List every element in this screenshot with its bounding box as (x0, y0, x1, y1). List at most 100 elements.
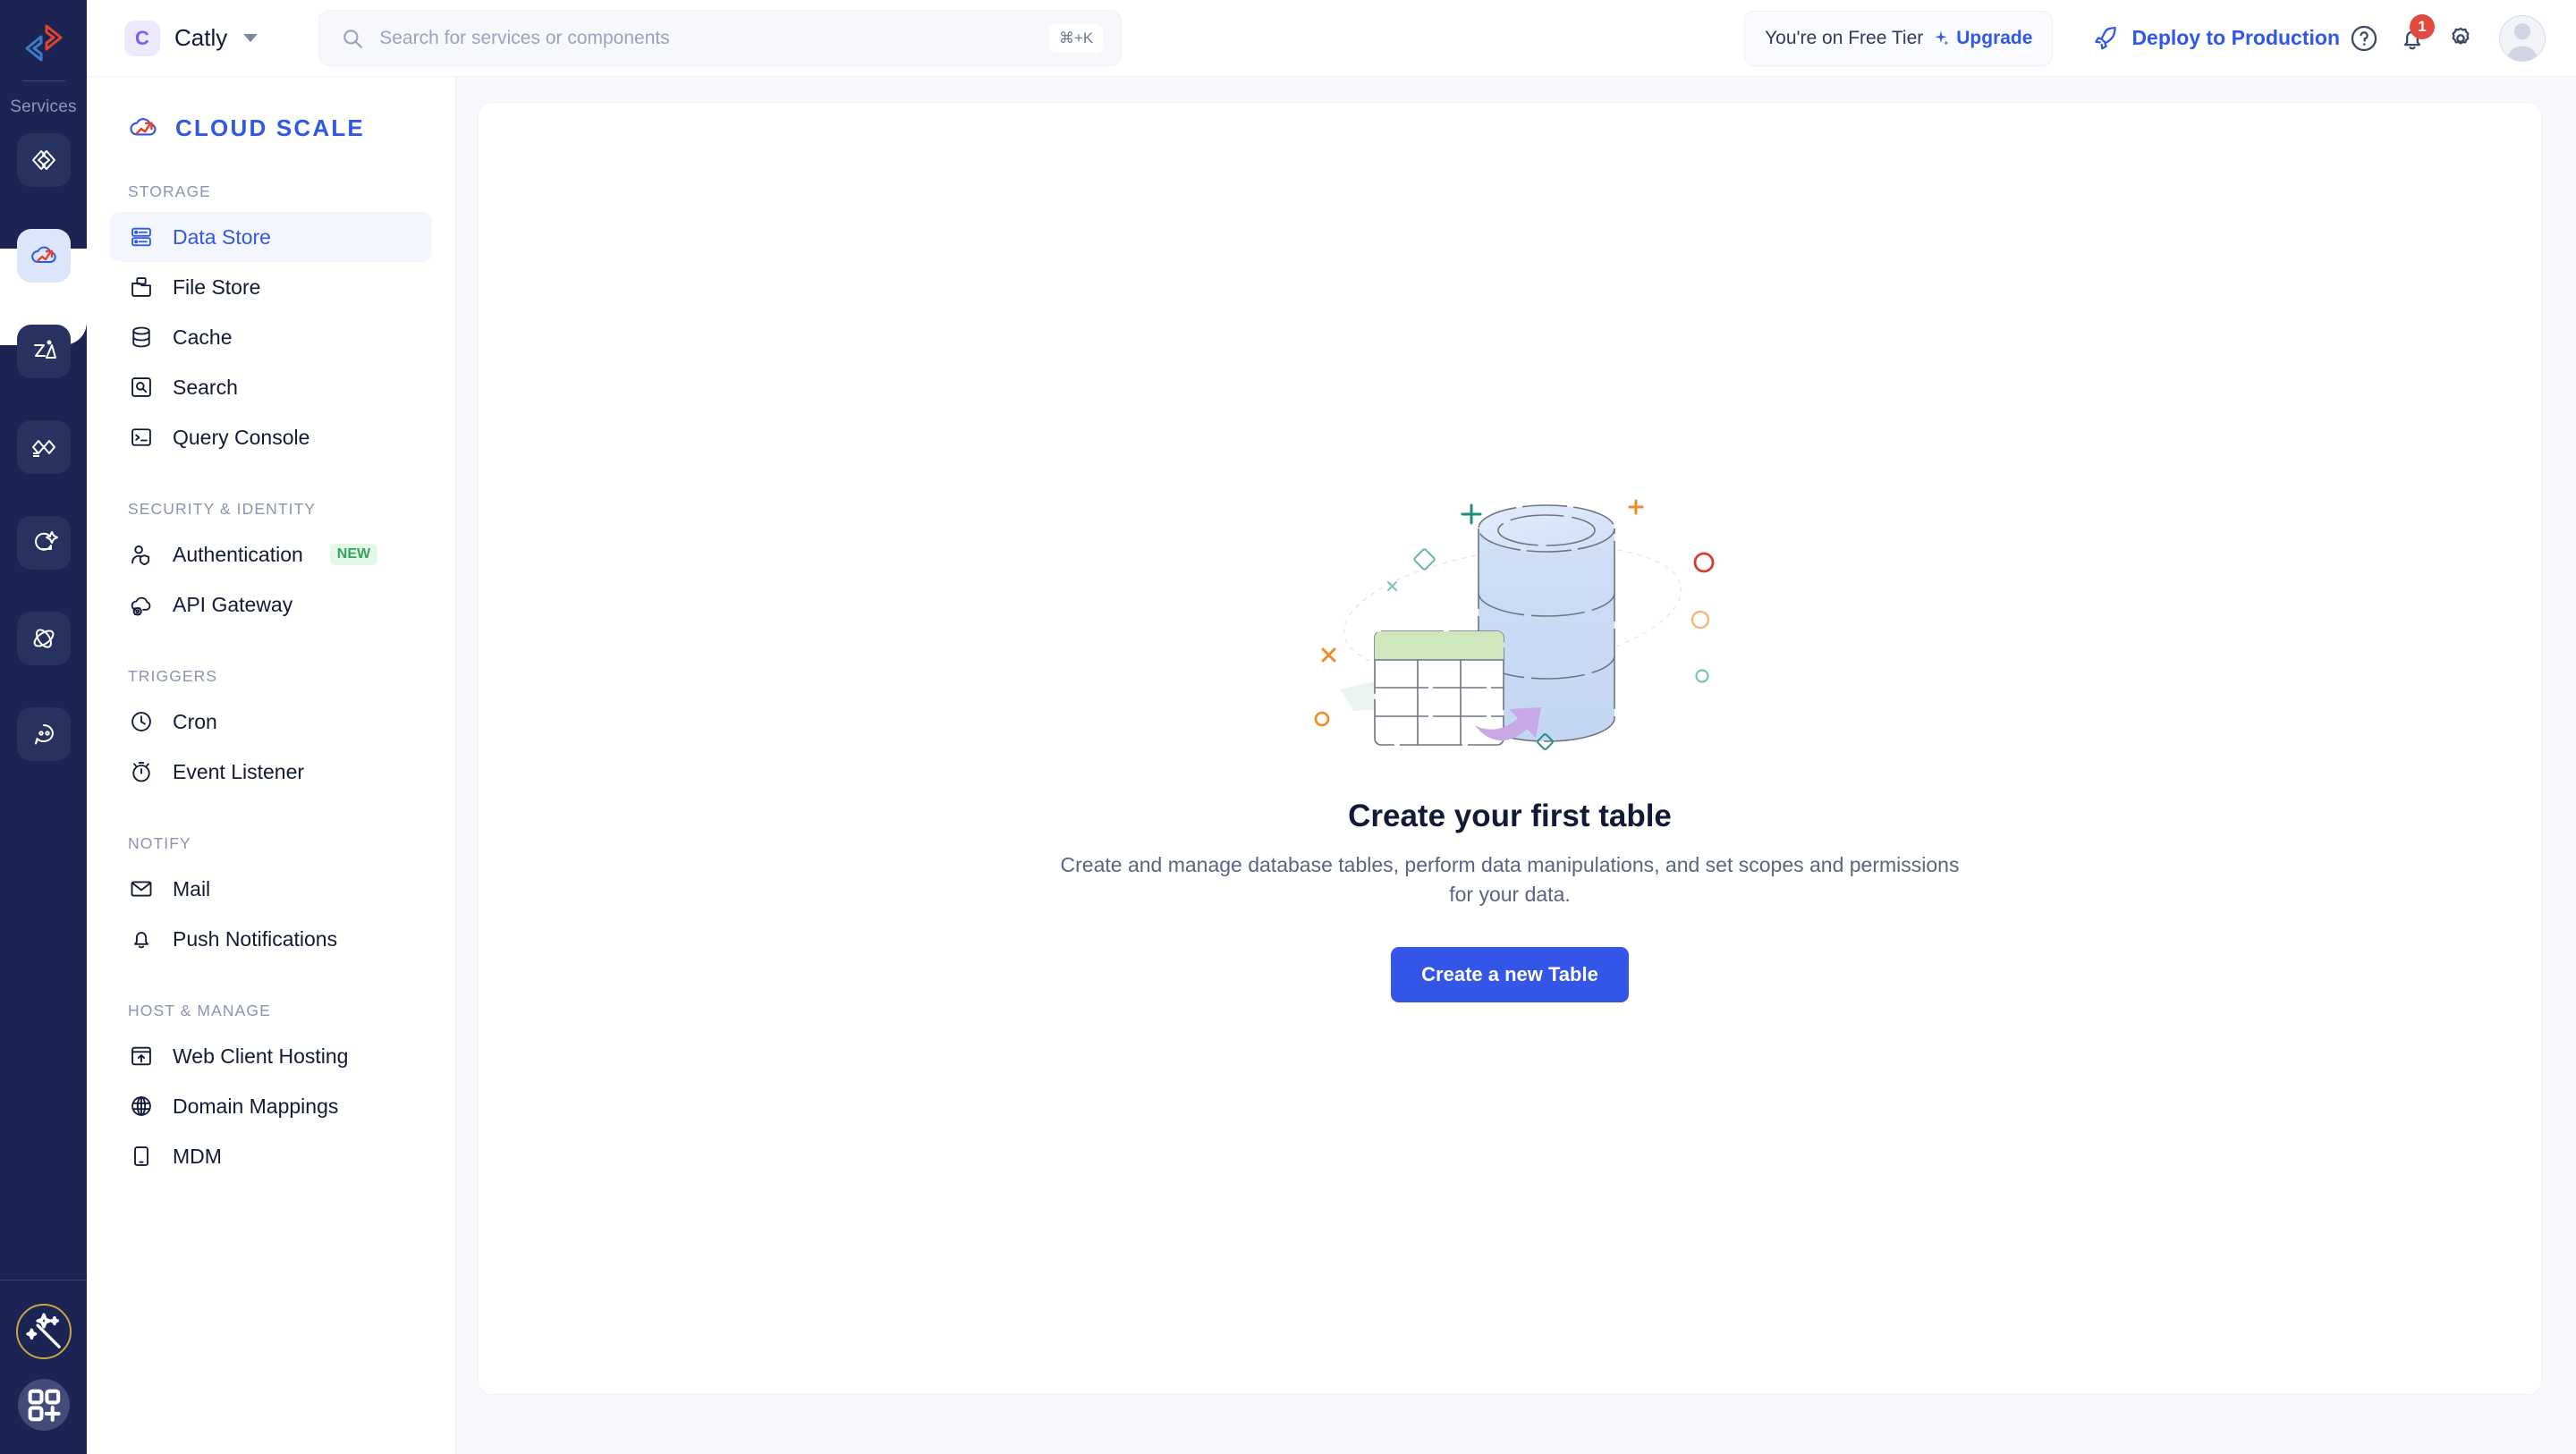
sidebar-item-cron[interactable]: Cron (110, 697, 432, 747)
rail-item-ai-sparkle-chat[interactable] (16, 516, 71, 570)
help-button[interactable] (2340, 14, 2388, 63)
sidebar-item-label: Event Listener (173, 759, 305, 783)
rail-bottom-divider (0, 1280, 87, 1281)
sidebar-item-file-store[interactable]: File Store (110, 262, 432, 312)
bell-icon (128, 926, 155, 952)
sidebar-item-label: Domain Mappings (173, 1094, 339, 1118)
org-avatar: C (124, 20, 160, 56)
status-badge-new: NEW (329, 544, 378, 565)
org-name: Catly (174, 24, 228, 51)
cloud-gear-icon (128, 591, 155, 618)
tier-label: You're on Free Tier (1765, 27, 1924, 48)
sidebar-item-query-console[interactable]: Query Console (110, 412, 432, 462)
notifications-button[interactable]: 1 (2388, 13, 2436, 63)
user-shield-icon (128, 541, 155, 568)
mobile-device-icon (128, 1143, 155, 1170)
rail-item-media-image[interactable] (16, 325, 71, 378)
nav-section-security-title: SECURITY & IDENTITY (128, 500, 317, 518)
magic-wand-icon[interactable] (15, 1304, 72, 1359)
sidebar-item-search[interactable]: Search (110, 362, 432, 412)
app-grid-plus-icon[interactable] (17, 1379, 70, 1431)
rail-item-list (0, 133, 87, 803)
body-row: CLOUD SCALE STORAGE Data Store File Stor… (87, 77, 2576, 1454)
sidebar-item-cache[interactable]: Cache (110, 312, 432, 362)
deploy-label: Deploy to Production (2131, 26, 2340, 49)
sidebar-item-label: API Gateway (173, 592, 293, 616)
sidebar-brand-title: CLOUD SCALE (175, 114, 365, 141)
sidebar-item-label: Data Store (173, 224, 271, 249)
nav-section-storage-title: STORAGE (128, 182, 211, 200)
nav-section-notify-title: NOTIFY (128, 834, 191, 852)
sidebar-item-mail[interactable]: Mail (110, 864, 432, 914)
sidebar-item-web-client-hosting[interactable]: Web Client Hosting (110, 1031, 432, 1081)
sidebar-item-push-notifications[interactable]: Push Notifications (110, 914, 432, 964)
rail-item-chat-bubble[interactable] (16, 707, 71, 761)
database-table-illustration (1314, 499, 1715, 750)
main-area: Create your first table Create and manag… (456, 77, 2576, 1454)
search-input[interactable] (379, 27, 1049, 49)
globe-icon (128, 1093, 155, 1120)
avatar-silhouette-icon (2506, 22, 2538, 61)
global-search[interactable]: ⌘+K (318, 10, 1123, 66)
stopwatch-icon (128, 758, 155, 785)
content-card: Create your first table Create and manag… (478, 102, 2542, 1395)
rail-divider (21, 80, 65, 81)
chevron-down-icon (243, 34, 258, 42)
page-title: Create your first table (1348, 798, 1672, 833)
sidebar-item-api-gateway[interactable]: API Gateway (110, 579, 432, 630)
sidebar-item-mdm[interactable]: MDM (110, 1131, 432, 1181)
upgrade-label: Upgrade (1956, 27, 2033, 48)
right-column: C Catly ⌘+K You're on Free Tier (87, 0, 2576, 1454)
nav-section-triggers-title: TRIGGERS (128, 667, 218, 685)
search-shortcut-hint: ⌘+K (1048, 23, 1104, 53)
rail-bottom-actions (0, 1280, 87, 1454)
sidebar-item-label: Web Client Hosting (173, 1044, 349, 1068)
cloud-scale-icon (130, 118, 157, 136)
sidebar-item-label: Authentication (173, 542, 303, 566)
envelope-icon (128, 875, 155, 902)
free-tier-chip[interactable]: You're on Free Tier Upgrade (1744, 10, 2054, 66)
rocket-icon (2095, 26, 2117, 49)
notification-count-badge: 1 (2410, 13, 2435, 39)
search-box-icon (128, 374, 155, 401)
rail-section-label: Services (10, 97, 77, 116)
header-actions: You're on Free Tier Upgrade Deploy to Pr… (1744, 10, 2546, 66)
brand-chevron-logo-icon[interactable] (19, 18, 69, 68)
search-icon (341, 27, 364, 50)
rail-item-cloud-scale[interactable] (16, 229, 71, 283)
sidebar-item-event-listener[interactable]: Event Listener (110, 747, 432, 797)
folder-file-icon (128, 274, 155, 300)
upgrade-button[interactable]: Upgrade (1932, 28, 2032, 49)
sidebar-item-authentication[interactable]: Authentication NEW (110, 529, 432, 579)
sidebar-item-label: Cache (173, 325, 233, 349)
window-upload-icon (128, 1043, 155, 1069)
settings-button[interactable] (2436, 14, 2485, 63)
nav-section-host-title: HOST & MANAGE (128, 1002, 271, 1019)
sidebar-item-label: Mail (173, 876, 211, 900)
sidebar-item-domain-mappings[interactable]: Domain Mappings (110, 1081, 432, 1131)
sidebar-item-data-store[interactable]: Data Store (110, 212, 432, 262)
sidebar-item-label: File Store (173, 275, 261, 299)
database-stack-icon (128, 324, 155, 351)
empty-state-description: Create and manage database tables, perfo… (1060, 852, 1960, 906)
org-switcher[interactable]: C Catly (124, 20, 258, 56)
deploy-to-production-button[interactable]: Deploy to Production (2092, 25, 2340, 52)
user-avatar[interactable] (2499, 14, 2546, 62)
clock-icon (128, 708, 155, 735)
gear-icon (2452, 27, 2470, 45)
sidebar-item-label: Cron (173, 709, 217, 733)
rail-item-connect-diamonds[interactable] (16, 420, 71, 474)
sidebar-item-label: Push Notifications (173, 926, 338, 951)
sparkle-icon (1935, 30, 1949, 45)
question-circle-icon (2351, 25, 2377, 51)
top-header: C Catly ⌘+K You're on Free Tier (87, 0, 2576, 77)
terminal-prompt-icon (128, 424, 155, 451)
empty-state: Create your first table Create and manag… (1049, 468, 1970, 1003)
sidebar-brand: CLOUD SCALE (110, 77, 432, 145)
create-new-table-button[interactable]: Create a new Table (1391, 947, 1629, 1003)
rail-item-orbit-swirl[interactable] (16, 612, 71, 665)
service-rail: Services (0, 0, 87, 1454)
rail-item-code-braces[interactable] (16, 133, 71, 187)
sidebar-item-label: Query Console (173, 425, 310, 449)
sidebar-item-label: MDM (173, 1144, 222, 1168)
